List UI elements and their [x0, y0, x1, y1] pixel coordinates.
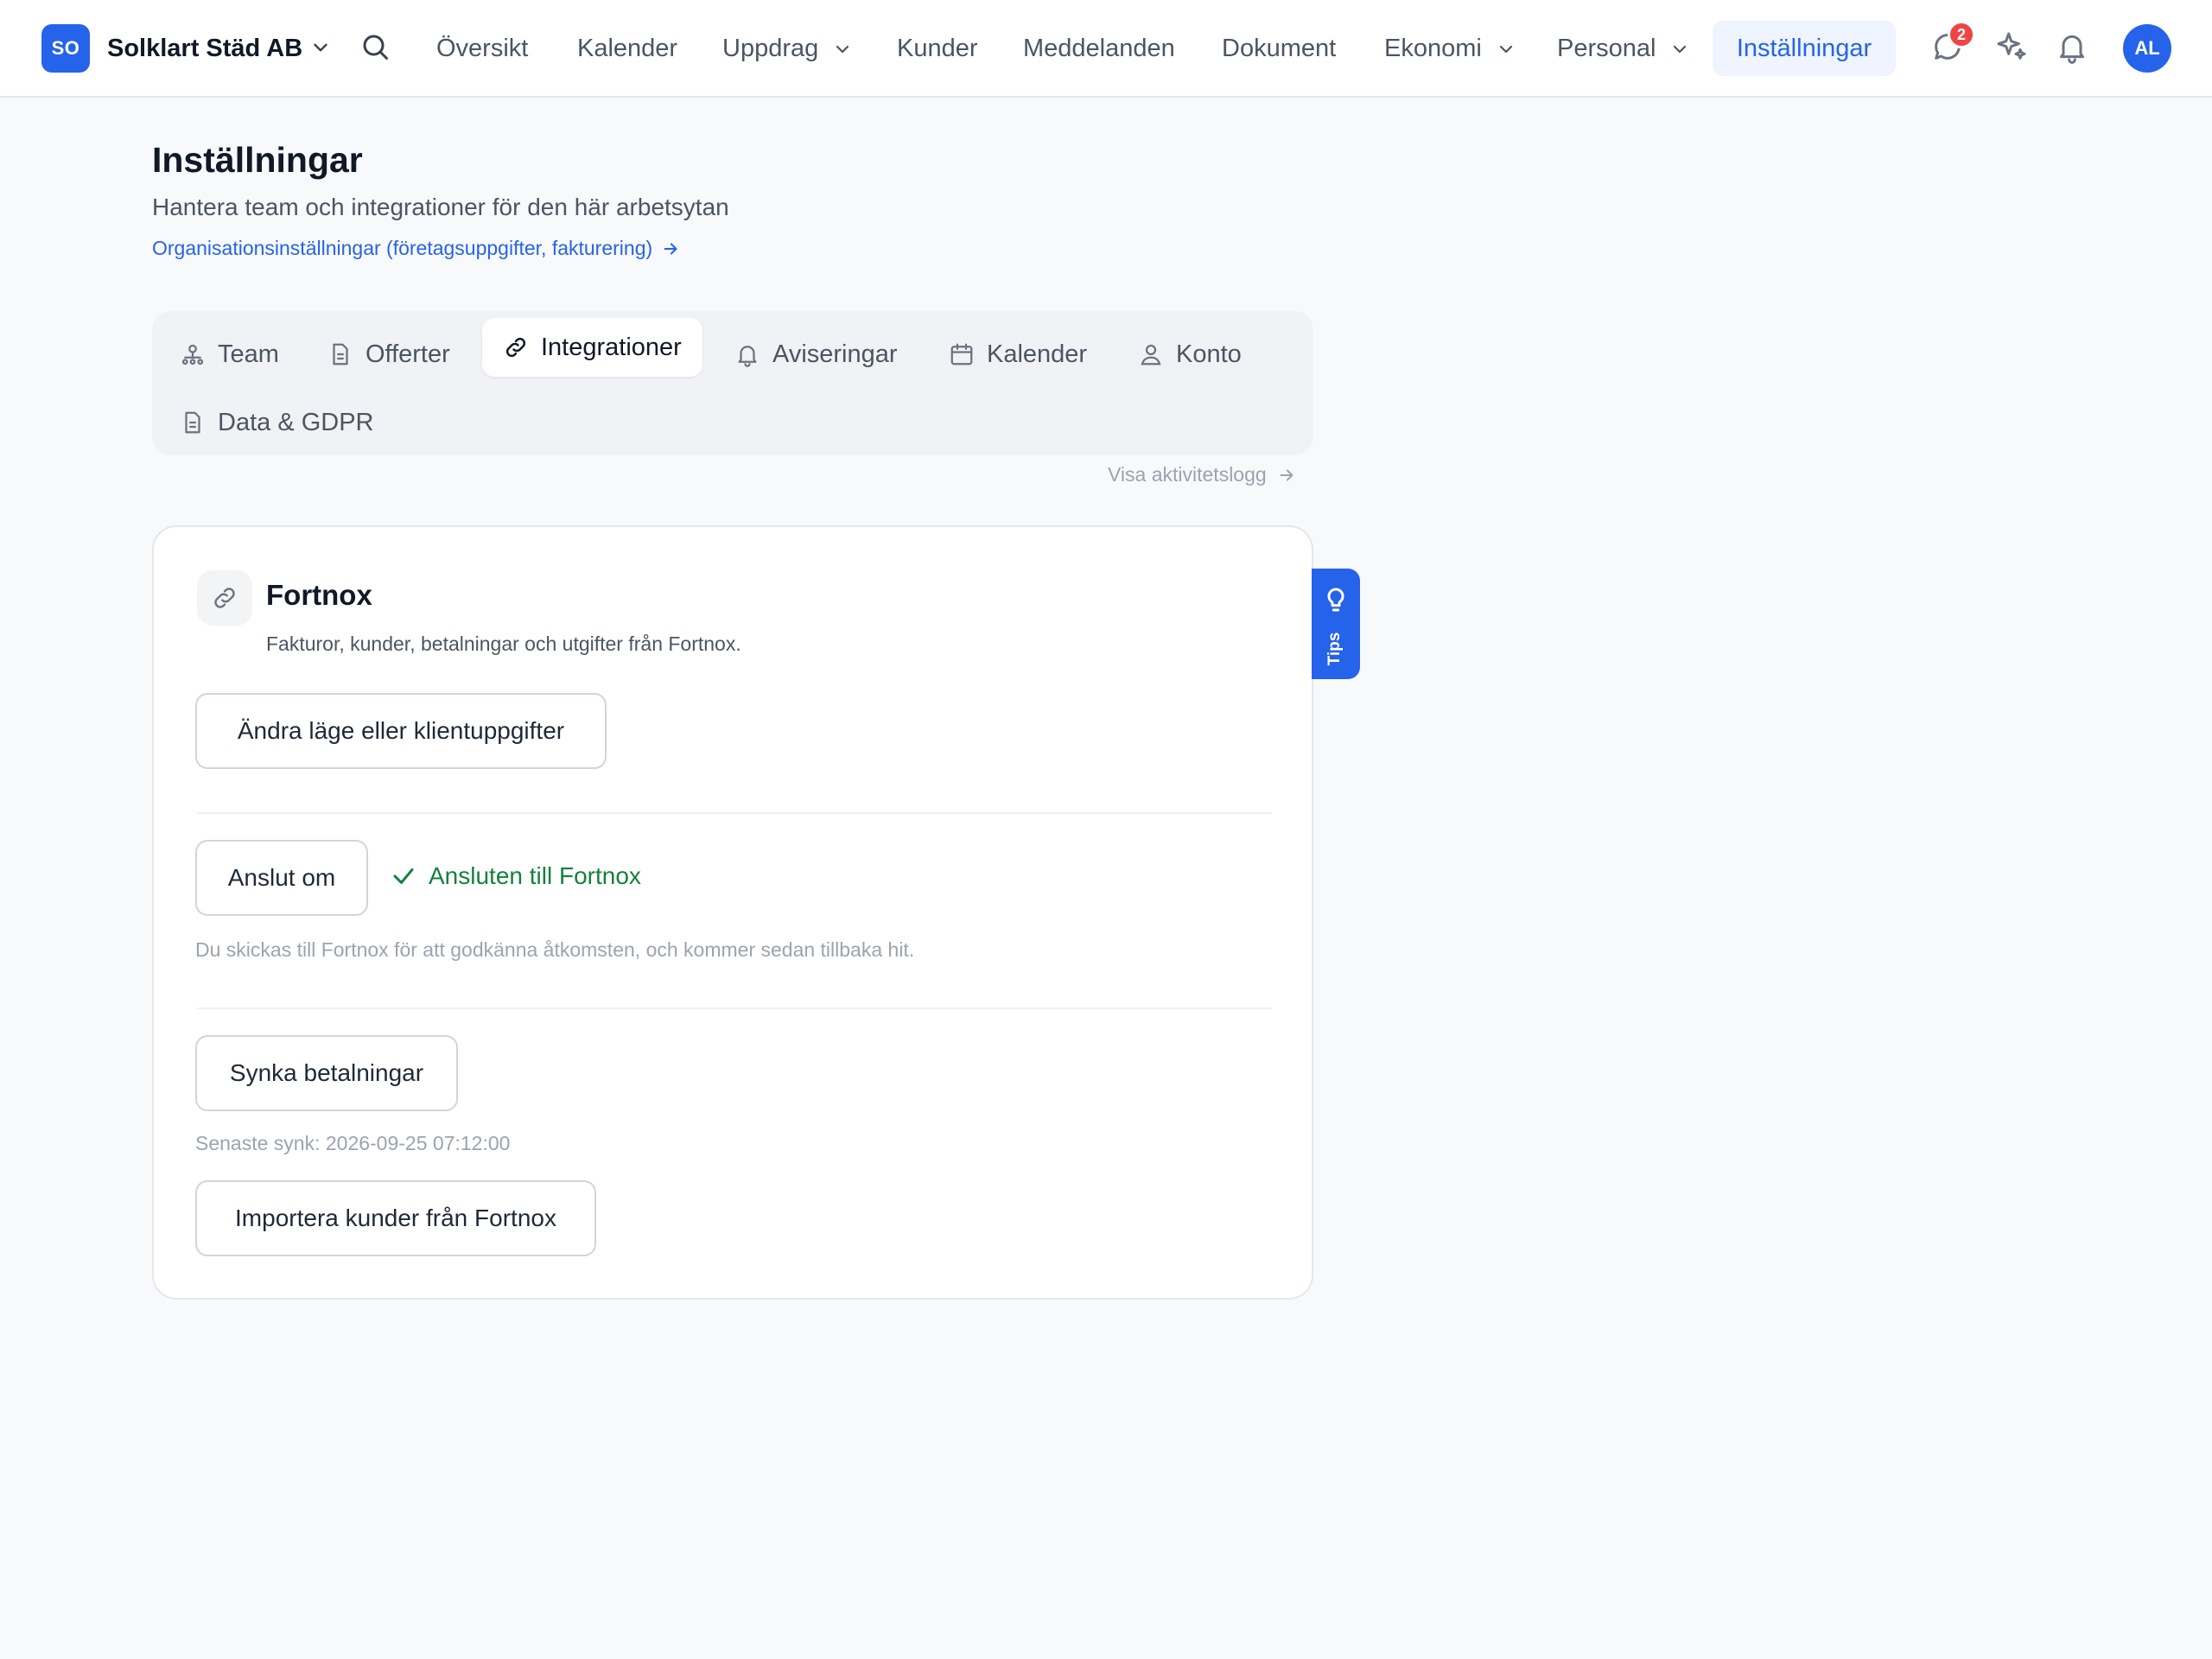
page-title: Inställningar	[152, 140, 363, 180]
nav-installningar[interactable]: Inställningar	[1713, 21, 1896, 76]
page-subtitle: Hantera team och integrationer för den h…	[152, 194, 729, 220]
nav-dokument[interactable]: Dokument	[1222, 27, 1336, 70]
tab-team[interactable]: Team	[180, 325, 279, 384]
sparkles-icon[interactable]	[1994, 29, 2029, 64]
org-settings-link-label: Organisationsinställningar (företagsuppg…	[152, 237, 653, 259]
bell-icon[interactable]	[2055, 29, 2089, 64]
change-mode-button[interactable]: Ändra läge eller klientuppgifter	[195, 693, 607, 769]
bell-icon	[734, 341, 760, 367]
link-icon	[503, 334, 529, 360]
sync-payments-button[interactable]: Synka betalningar	[195, 1035, 458, 1111]
tab-kalender[interactable]: Kalender	[949, 325, 1087, 384]
tab-offerter-label: Offerter	[365, 340, 450, 368]
nav-kalender[interactable]: Kalender	[577, 27, 677, 70]
arrow-right-icon	[661, 239, 680, 258]
team-icon	[180, 341, 206, 367]
user-avatar[interactable]: AL	[2123, 24, 2171, 73]
chevron-down-icon	[1669, 39, 1690, 60]
nav-personal-label: Personal	[1557, 35, 1656, 62]
tab-team-label: Team	[218, 340, 279, 368]
divider	[197, 1007, 1272, 1009]
activity-log-label: Visa aktivitetslogg	[1108, 463, 1267, 486]
tab-integrationer-label: Integrationer	[541, 333, 682, 361]
last-sync-text: Senaste synk: 2026-09-25 07:12:00	[195, 1132, 511, 1154]
nav-oversikt[interactable]: Översikt	[436, 27, 528, 70]
nav-meddelanden[interactable]: Meddelanden	[1023, 27, 1175, 70]
top-navigation: SO Solklart Städ AB Översikt Kalender Up…	[0, 0, 2212, 98]
fortnox-integration-card: Fortnox Fakturor, kunder, betalningar oc…	[152, 525, 1313, 1300]
link-icon	[197, 570, 252, 626]
tab-data-gdpr[interactable]: Data & GDPR	[180, 393, 374, 452]
tab-konto[interactable]: Konto	[1138, 325, 1242, 384]
tab-data-gdpr-label: Data & GDPR	[218, 408, 374, 436]
nav-ekonomi[interactable]: Ekonomi	[1384, 27, 1516, 70]
reconnect-hint: Du skickas till Fortnox för att godkänna…	[195, 938, 915, 961]
nav-uppdrag[interactable]: Uppdrag	[722, 27, 853, 70]
org-logo[interactable]: SO	[41, 24, 90, 73]
nav-personal[interactable]: Personal	[1557, 27, 1690, 70]
connection-status: Ansluten till Fortnox	[391, 862, 641, 890]
tab-offerter[interactable]: Offerter	[327, 325, 450, 384]
tab-kalender-label: Kalender	[987, 340, 1088, 368]
tab-aviseringar[interactable]: Aviseringar	[734, 325, 898, 384]
org-settings-link[interactable]: Organisationsinställningar (företagsuppg…	[152, 237, 680, 260]
nav-ekonomi-label: Ekonomi	[1384, 35, 1482, 62]
integration-description: Fakturor, kunder, betalningar och utgift…	[266, 632, 741, 655]
messages-badge: 2	[1948, 21, 1975, 48]
chevron-down-icon	[832, 39, 853, 60]
import-customers-button[interactable]: Importera kunder från Fortnox	[195, 1180, 596, 1256]
tips-label: Tips	[1325, 632, 1344, 666]
nav-uppdrag-label: Uppdrag	[722, 35, 819, 62]
chevron-down-icon[interactable]	[309, 36, 332, 59]
document-icon	[180, 410, 206, 435]
tab-konto-label: Konto	[1176, 340, 1242, 368]
lightbulb-icon	[1322, 586, 1350, 613]
org-switcher[interactable]: Solklart Städ AB	[107, 31, 302, 66]
tab-integrationer[interactable]: Integrationer	[482, 318, 702, 377]
connection-status-label: Ansluten till Fortnox	[429, 862, 641, 889]
arrow-right-icon	[1277, 466, 1296, 485]
user-icon	[1138, 341, 1164, 367]
check-icon	[391, 863, 416, 889]
divider	[197, 812, 1272, 814]
nav-kunder[interactable]: Kunder	[897, 27, 978, 70]
activity-log-link[interactable]: Visa aktivitetslogg	[1108, 463, 1296, 486]
chevron-down-icon	[1496, 39, 1516, 60]
reconnect-button[interactable]: Anslut om	[195, 840, 368, 916]
settings-tabs: Team Offerter Integrationer Aviseringar …	[152, 311, 1313, 455]
document-icon	[327, 341, 353, 367]
search-icon[interactable]	[359, 31, 391, 62]
tab-aviseringar-label: Aviseringar	[772, 340, 898, 368]
integration-title: Fortnox	[266, 579, 372, 611]
calendar-icon	[949, 341, 975, 367]
tips-tab[interactable]: Tips	[1312, 569, 1360, 679]
